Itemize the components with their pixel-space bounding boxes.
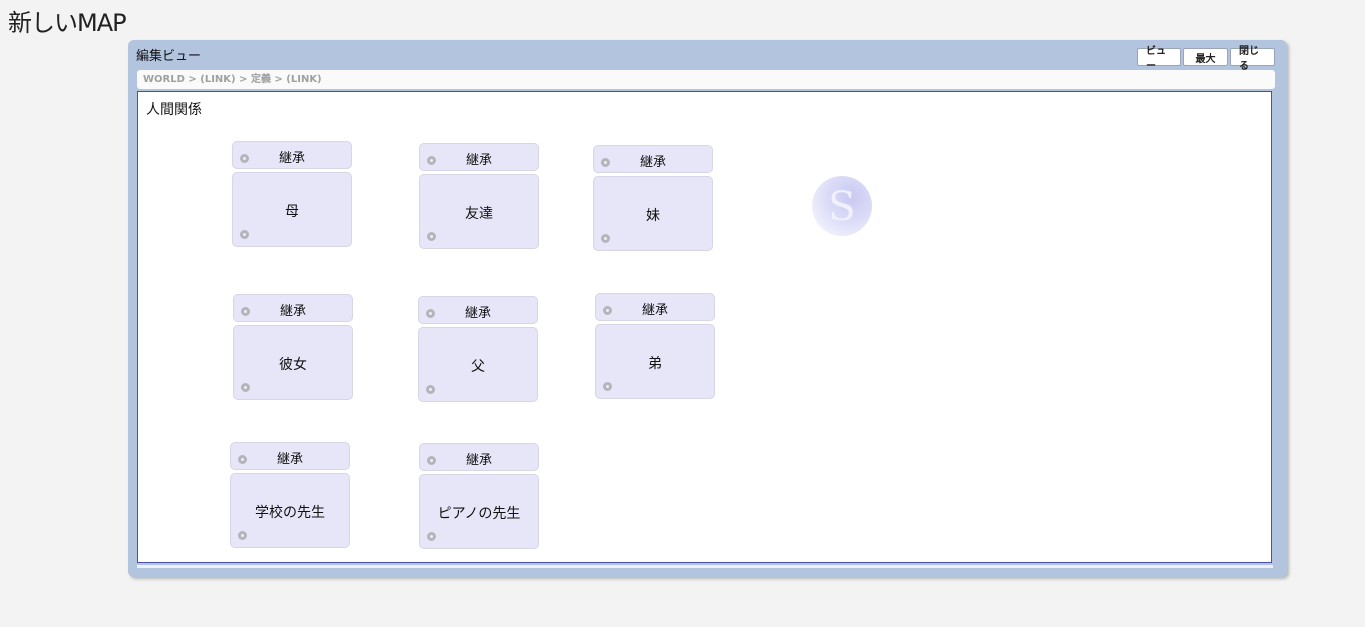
close-button[interactable]: 閉じる [1230, 46, 1275, 72]
map-canvas[interactable]: 人間関係 S 継承 母 継承 友達 継承 妹 継承 彼女 継承 父 継承 弟 継… [137, 91, 1272, 563]
node-header[interactable]: 継承 [418, 296, 538, 324]
node-label: 父 [471, 359, 485, 375]
node-header[interactable]: 継承 [233, 294, 353, 322]
node-body[interactable]: 彼女 [233, 325, 353, 400]
maximize-button[interactable]: 最大 [1183, 48, 1228, 66]
circle-handle-icon[interactable] [240, 230, 249, 239]
node-header-label: 継承 [464, 306, 491, 321]
node-label: 弟 [648, 356, 662, 372]
node-header-label: 継承 [465, 153, 492, 168]
node-header-label: 継承 [278, 151, 305, 166]
node-header-label: 継承 [639, 155, 666, 170]
circle-handle-icon[interactable] [426, 385, 435, 394]
circle-handle-icon[interactable] [601, 234, 610, 243]
circle-handle-icon[interactable] [241, 383, 250, 392]
node-body[interactable]: 父 [418, 327, 538, 402]
node-header[interactable]: 継承 [419, 443, 539, 471]
node-header[interactable]: 継承 [419, 143, 539, 171]
node-body[interactable]: 友達 [419, 174, 539, 249]
node-label: 妹 [646, 208, 660, 224]
node-label: 母 [285, 204, 299, 220]
edit-view-window: 編集ビュー ビュー 最大 閉じる WORLD > (LINK) > 定義 > (… [128, 40, 1287, 577]
circle-handle-icon[interactable] [238, 531, 247, 540]
node-header[interactable]: 継承 [232, 141, 352, 169]
node-body[interactable]: 妹 [593, 176, 713, 251]
node-label: 学校の先生 [255, 505, 325, 521]
circle-handle-icon[interactable] [427, 232, 436, 241]
s-logo-icon: S [812, 176, 872, 236]
view-button[interactable]: ビュー [1137, 46, 1181, 72]
node-header-label: 継承 [465, 453, 492, 468]
window-bottom-strip [137, 565, 1273, 568]
window-buttons: ビュー 最大 閉じる [1137, 46, 1275, 72]
node-header-label: 継承 [276, 452, 303, 467]
node-label: ピアノの先生 [437, 506, 521, 522]
node-body[interactable]: 学校の先生 [230, 473, 350, 548]
node-header[interactable]: 継承 [593, 145, 713, 173]
circle-handle-icon[interactable] [427, 532, 436, 541]
breadcrumb: WORLD > (LINK) > 定義 > (LINK) [137, 70, 1275, 89]
node-header[interactable]: 継承 [595, 293, 715, 321]
node-label: 友達 [465, 206, 493, 222]
node-header-label: 継承 [641, 303, 668, 318]
node-body[interactable]: 弟 [595, 324, 715, 399]
window-title: 編集ビュー [136, 49, 202, 64]
node-body[interactable]: 母 [232, 172, 352, 247]
circle-handle-icon[interactable] [603, 382, 612, 391]
page-title: 新しいMAP [8, 9, 127, 37]
node-body[interactable]: ピアノの先生 [419, 474, 539, 549]
node-label: 彼女 [279, 357, 307, 373]
canvas-title: 人間関係 [146, 102, 202, 118]
node-header-label: 継承 [279, 304, 306, 319]
node-header[interactable]: 継承 [230, 442, 350, 470]
